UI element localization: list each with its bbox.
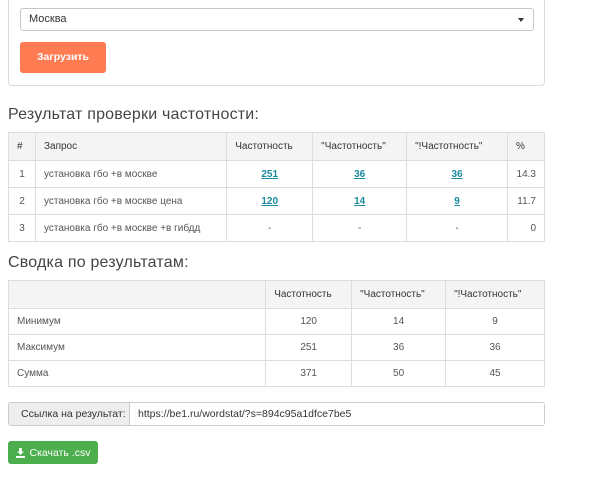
col-header-percent: % [506, 132, 546, 161]
frequency-quoted-cell: 14 [351, 308, 447, 335]
frequency-exact-link[interactable]: 9 [454, 196, 460, 207]
frequency-exact-cell: 36 [445, 334, 545, 361]
frequency-exact-cell: - [406, 214, 508, 242]
summary-title: Сводка по результатам: [8, 254, 189, 271]
summary-row-label: Минимум [7, 308, 267, 335]
download-csv-label: Скачать .csv [29, 446, 91, 459]
frequency-link[interactable]: 120 [261, 196, 278, 207]
query-cell: установка гбо +в москве +в гибдд [34, 214, 228, 242]
results-title: Результат проверки частотности: [8, 106, 260, 123]
frequency-exact-cell: 45 [445, 360, 545, 387]
frequency-cell: 251 [265, 334, 353, 361]
col-header-frequency: Частотность [226, 132, 314, 161]
frequency-quoted-link[interactable]: 14 [354, 196, 365, 207]
percent-cell: 0 [506, 214, 546, 242]
summary-table: Частотность "Частотность" "!Частотность"… [7, 280, 545, 387]
table-row: Сумма 371 50 45 [7, 360, 545, 387]
col-header-frequency-exact: "!Частотность" [406, 132, 508, 161]
table-row: 1 установка гбо +в москве 251 36 36 14.3 [8, 160, 546, 188]
results-header-row: # Запрос Частотность "Частотность" "!Час… [8, 132, 546, 161]
region-select-value: Москва [29, 13, 67, 25]
col-header-query: Запрос [34, 132, 228, 161]
row-number: 1 [8, 160, 36, 188]
row-number: 2 [8, 187, 36, 215]
frequency-cell: 371 [265, 360, 353, 387]
frequency-exact-cell: 9 [445, 308, 545, 335]
frequency-quoted-cell: 50 [351, 360, 447, 387]
table-row: Максимум 251 36 36 [7, 334, 545, 361]
frequency-cell: - [226, 214, 314, 242]
summary-row-label: Максимум [7, 334, 267, 361]
summary-header-row: Частотность "Частотность" "!Частотность" [7, 280, 545, 309]
search-form-panel: Москва Загрузить [8, 0, 545, 86]
summary-row-label: Сумма [7, 360, 267, 387]
frequency-quoted-cell: - [312, 214, 408, 242]
caret-down-icon [518, 18, 524, 22]
frequency-quoted-cell: 36 [351, 334, 447, 361]
results-table: # Запрос Частотность "Частотность" "!Час… [8, 132, 546, 242]
table-row: 3 установка гбо +в москве +в гибдд - - -… [8, 214, 546, 242]
col-header-empty [7, 280, 267, 309]
percent-cell: 14.3 [506, 160, 546, 188]
result-link-label: Ссылка на результат: [9, 403, 130, 425]
result-link-input[interactable] [130, 403, 544, 425]
col-header-number: # [8, 132, 36, 161]
frequency-quoted-link[interactable]: 36 [354, 169, 365, 180]
download-icon [15, 447, 25, 458]
frequency-link[interactable]: 251 [261, 169, 278, 180]
query-cell: установка гбо +в москве [34, 160, 228, 188]
query-cell: установка гбо +в москве цена [34, 187, 228, 215]
frequency-exact-link[interactable]: 36 [451, 169, 462, 180]
load-button[interactable]: Загрузить [20, 42, 106, 73]
col-header-frequency: Частотность [265, 280, 353, 309]
frequency-cell: 120 [265, 308, 353, 335]
col-header-frequency-quoted: "Частотность" [351, 280, 447, 309]
col-header-frequency-exact: "!Частотность" [445, 280, 545, 309]
col-header-frequency-quoted: "Частотность" [312, 132, 408, 161]
row-number: 3 [8, 214, 36, 242]
table-row: 2 установка гбо +в москве цена 120 14 9 … [8, 187, 546, 215]
result-link-group: Ссылка на результат: [8, 402, 545, 426]
table-row: Минимум 120 14 9 [7, 308, 545, 335]
download-csv-button[interactable]: Скачать .csv [8, 441, 98, 464]
percent-cell: 11.7 [506, 187, 546, 215]
region-select[interactable]: Москва [20, 8, 534, 31]
